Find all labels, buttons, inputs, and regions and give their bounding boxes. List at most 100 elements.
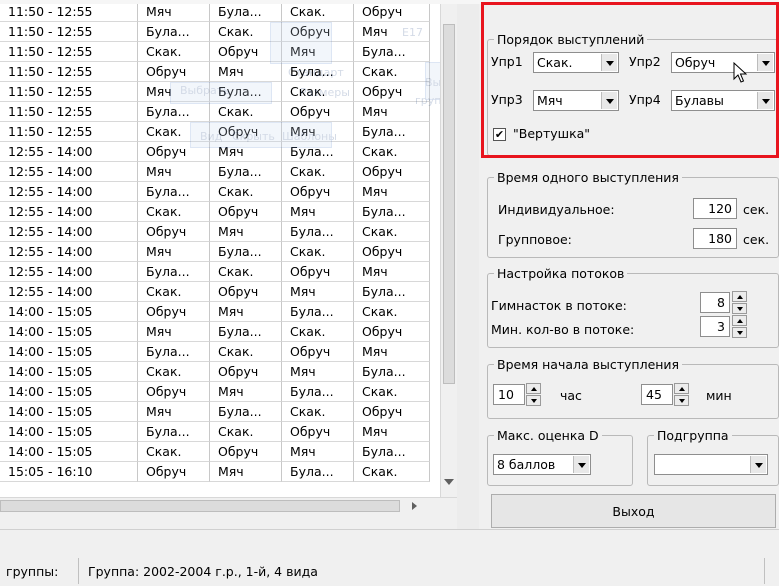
apparatus-cell[interactable]: Була... (282, 62, 354, 82)
apparatus-cell[interactable]: Була... (138, 342, 210, 362)
apparatus-cell[interactable]: Скак. (354, 462, 430, 482)
subgroup-dropdown-button[interactable] (750, 456, 766, 473)
schedule-grid[interactable]: 11:50 - 12:55 Мяч Була... Скак. Обруч 11:50 -… (0, 4, 440, 497)
apparatus-cell[interactable]: Обруч (282, 102, 354, 122)
grid-vertical-scrollbar[interactable] (440, 4, 458, 497)
apparatus-cell[interactable]: Мяч (210, 142, 282, 162)
ex3-select[interactable]: Мяч (533, 90, 619, 111)
time-cell[interactable]: 12:55 - 14:00 (0, 262, 138, 282)
apparatus-cell[interactable]: Обруч (210, 42, 282, 62)
min-stream-input[interactable]: 3 (700, 316, 730, 337)
start-hour-input[interactable]: 10 (493, 384, 525, 405)
ex3-dropdown-button[interactable] (601, 92, 617, 109)
table-row[interactable]: 12:55 - 14:00 Була... Скак. Обруч Мяч (0, 182, 430, 202)
apparatus-cell[interactable]: Обруч (210, 442, 282, 462)
apparatus-cell[interactable]: Мяч (354, 262, 430, 282)
ex4-dropdown-button[interactable] (757, 92, 773, 109)
apparatus-cell[interactable]: Мяч (138, 82, 210, 102)
apparatus-cell[interactable]: Була... (354, 362, 430, 382)
panel-splitter[interactable] (457, 4, 479, 529)
apparatus-cell[interactable]: Скак. (282, 242, 354, 262)
spin-up-button[interactable] (732, 291, 747, 302)
apparatus-cell[interactable]: Мяч (210, 462, 282, 482)
apparatus-cell[interactable]: Скак. (354, 142, 430, 162)
apparatus-cell[interactable]: Мяч (354, 102, 430, 122)
table-row[interactable]: 12:55 - 14:00 Скак. Обруч Мяч Була... (0, 282, 430, 302)
time-cell[interactable]: 11:50 - 12:55 (0, 82, 138, 102)
apparatus-cell[interactable]: Була... (210, 242, 282, 262)
table-row[interactable]: 14:00 - 15:05 Скак. Обруч Мяч Була... (0, 362, 430, 382)
apparatus-cell[interactable]: Скак. (138, 362, 210, 382)
table-row[interactable]: 14:00 - 15:05 Була... Скак. Обруч Мяч (0, 342, 430, 362)
scrollbar-thumb[interactable] (0, 500, 400, 512)
time-cell[interactable]: 12:55 - 14:00 (0, 202, 138, 222)
apparatus-cell[interactable]: Мяч (354, 422, 430, 442)
apparatus-cell[interactable]: Обруч (210, 202, 282, 222)
apparatus-cell[interactable]: Скак. (354, 222, 430, 242)
table-row[interactable]: 11:50 - 12:55 Мяч Була... Скак. Обруч (0, 82, 430, 102)
table-row[interactable]: 12:55 - 14:00 Обруч Мяч Була... Скак. (0, 222, 430, 242)
apparatus-cell[interactable]: Мяч (282, 442, 354, 462)
apparatus-cell[interactable]: Мяч (282, 122, 354, 142)
apparatus-cell[interactable]: Скак. (282, 322, 354, 342)
apparatus-cell[interactable]: Обруч (282, 22, 354, 42)
apparatus-cell[interactable]: Скак. (282, 4, 354, 22)
apparatus-cell[interactable]: Скак. (210, 182, 282, 202)
table-row[interactable]: 14:00 - 15:05 Скак. Обруч Мяч Була... (0, 442, 430, 462)
time-cell[interactable]: 14:00 - 15:05 (0, 442, 138, 462)
table-row[interactable]: 14:00 - 15:05 Була... Скак. Обруч Мяч (0, 422, 430, 442)
apparatus-cell[interactable]: Мяч (282, 282, 354, 302)
table-row[interactable]: 11:50 - 12:55 Скак. Обруч Мяч Була... (0, 122, 430, 142)
apparatus-cell[interactable]: Була... (210, 322, 282, 342)
scroll-down-arrow-icon[interactable] (444, 479, 454, 485)
apparatus-cell[interactable]: Скак. (138, 202, 210, 222)
apparatus-cell[interactable]: Мяч (210, 382, 282, 402)
apparatus-cell[interactable]: Була... (282, 302, 354, 322)
time-cell[interactable]: 14:00 - 15:05 (0, 342, 138, 362)
table-row[interactable]: 14:00 - 15:05 Мяч Була... Скак. Обруч (0, 322, 430, 342)
scroll-right-arrow-icon[interactable] (412, 502, 417, 510)
table-row[interactable]: 11:50 - 12:55 Була... Скак. Обруч Мяч (0, 102, 430, 122)
apparatus-cell[interactable]: Скак. (354, 302, 430, 322)
time-cell[interactable]: 12:55 - 14:00 (0, 182, 138, 202)
apparatus-cell[interactable]: Скак. (138, 442, 210, 462)
table-row[interactable]: 11:50 - 12:55 Скак. Обруч Мяч Була... (0, 42, 430, 62)
time-cell[interactable]: 14:00 - 15:05 (0, 422, 138, 442)
apparatus-cell[interactable]: Була... (354, 442, 430, 462)
time-cell[interactable]: 12:55 - 14:00 (0, 242, 138, 262)
max-d-dropdown-button[interactable] (573, 456, 589, 473)
group-time-input[interactable]: 180 (693, 228, 737, 249)
apparatus-cell[interactable]: Обруч (138, 222, 210, 242)
apparatus-cell[interactable]: Була... (354, 122, 430, 142)
apparatus-cell[interactable]: Скак. (210, 102, 282, 122)
time-cell[interactable]: 12:55 - 14:00 (0, 222, 138, 242)
spin-down-button[interactable] (732, 303, 747, 314)
apparatus-cell[interactable]: Була... (354, 282, 430, 302)
apparatus-cell[interactable]: Мяч (354, 342, 430, 362)
table-row[interactable]: 12:55 - 14:00 Була... Скак. Обруч Мяч (0, 262, 430, 282)
time-cell[interactable]: 14:00 - 15:05 (0, 322, 138, 342)
apparatus-cell[interactable]: Обруч (210, 122, 282, 142)
time-cell[interactable]: 15:05 - 16:10 (0, 462, 138, 482)
apparatus-cell[interactable]: Мяч (282, 362, 354, 382)
apparatus-cell[interactable]: Була... (138, 102, 210, 122)
apparatus-cell[interactable]: Була... (282, 222, 354, 242)
apparatus-cell[interactable]: Обруч (354, 242, 430, 262)
scrollbar-thumb[interactable] (443, 24, 455, 384)
grid-horizontal-scrollbar[interactable] (0, 497, 457, 515)
apparatus-cell[interactable]: Була... (138, 422, 210, 442)
table-row[interactable]: 12:55 - 14:00 Скак. Обруч Мяч Була... (0, 202, 430, 222)
spin-checkbox[interactable]: ✔ (493, 128, 506, 141)
apparatus-cell[interactable]: Скак. (210, 262, 282, 282)
apparatus-cell[interactable]: Була... (282, 462, 354, 482)
subgroup-select[interactable] (654, 454, 768, 475)
apparatus-cell[interactable]: Обруч (138, 382, 210, 402)
time-cell[interactable]: 14:00 - 15:05 (0, 382, 138, 402)
time-cell[interactable]: 12:55 - 14:00 (0, 282, 138, 302)
apparatus-cell[interactable]: Скак. (138, 122, 210, 142)
apparatus-cell[interactable]: Була... (282, 382, 354, 402)
per-stream-input[interactable]: 8 (700, 292, 730, 313)
apparatus-cell[interactable]: Обруч (354, 402, 430, 422)
start-min-input[interactable]: 45 (641, 384, 673, 405)
time-cell[interactable]: 14:00 - 15:05 (0, 402, 138, 422)
